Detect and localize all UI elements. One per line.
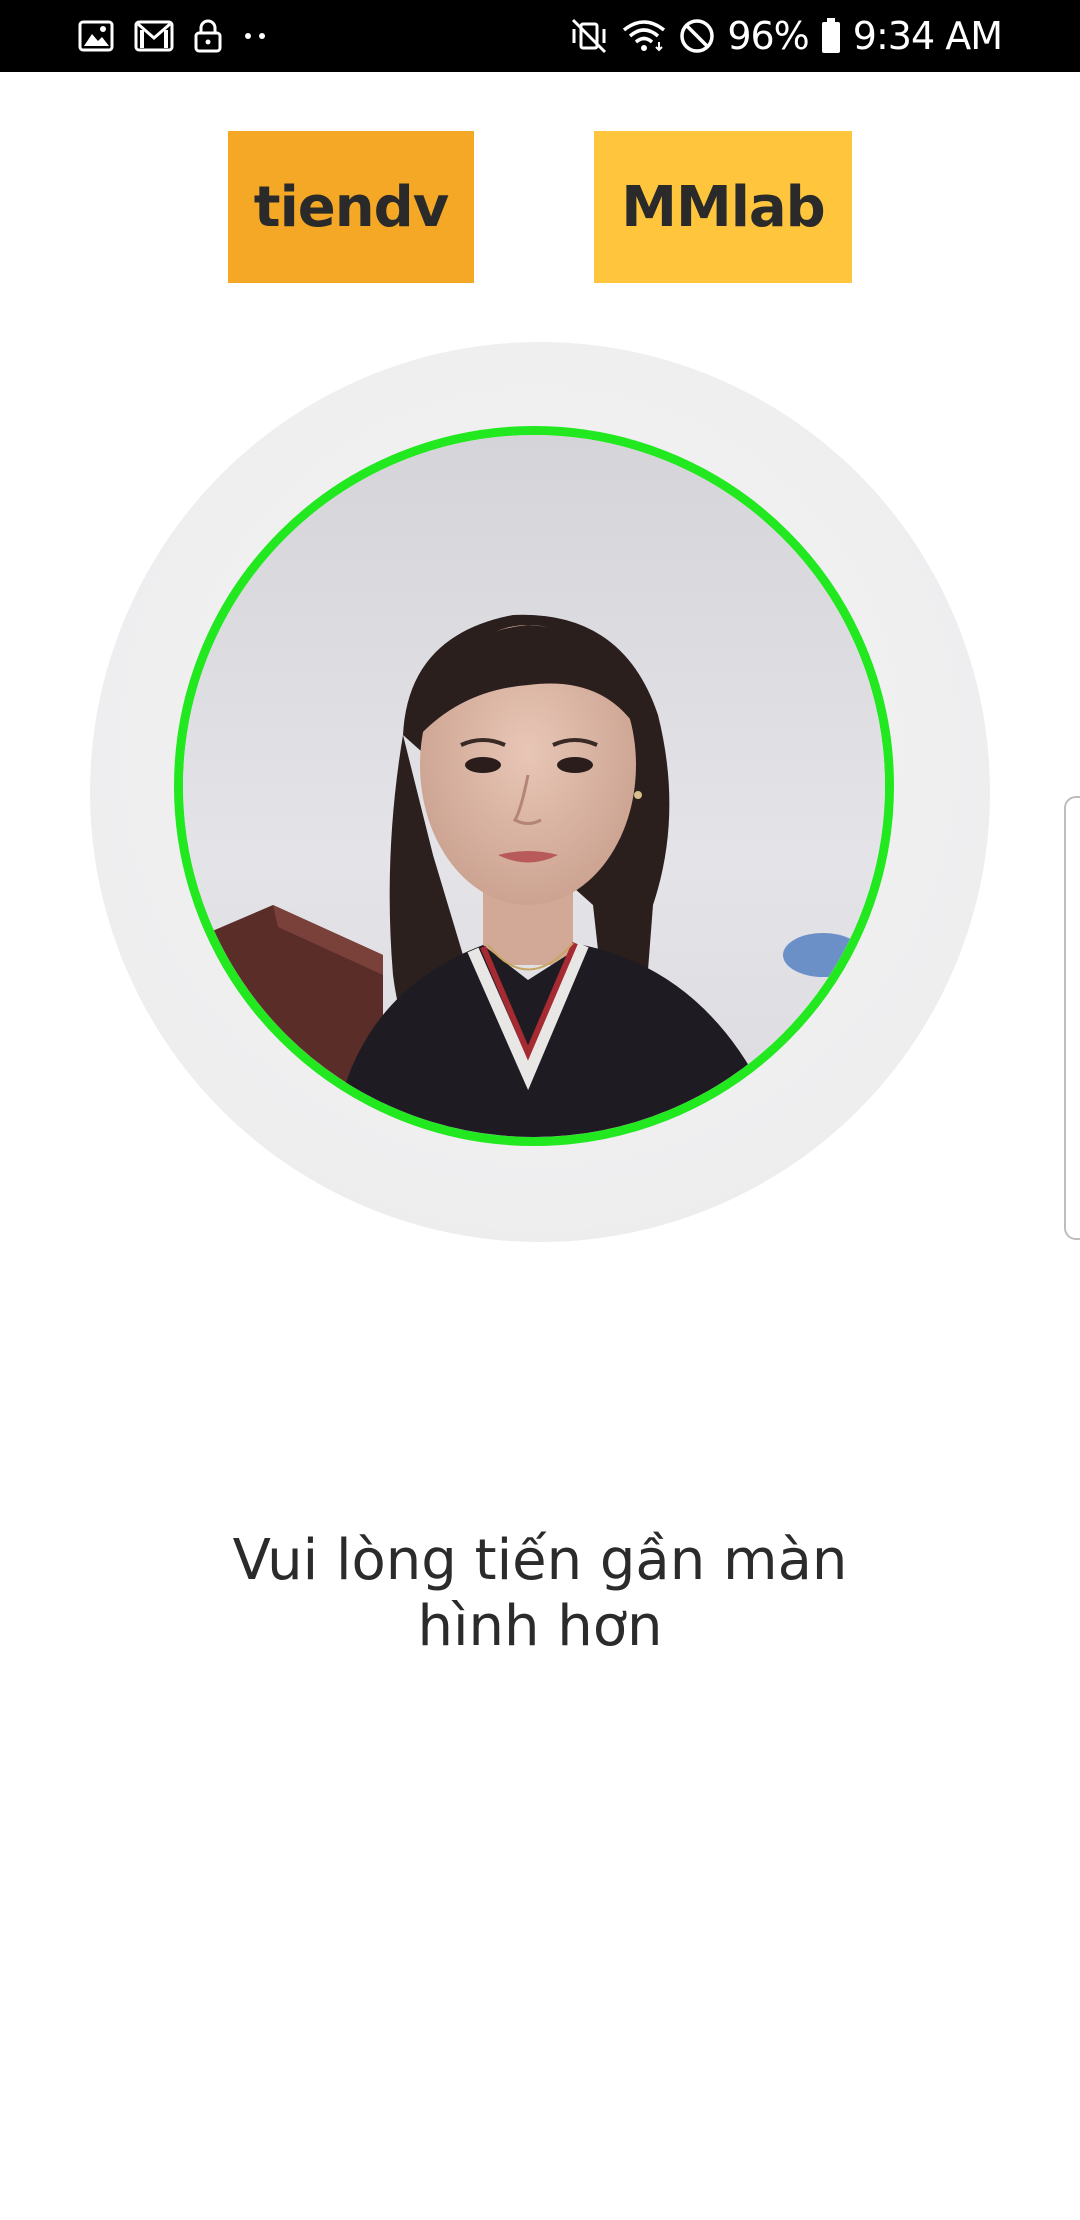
- do-not-disturb-icon: [679, 18, 715, 54]
- instruction-text: Vui lòng tiến gần màn hình hơn: [140, 1528, 940, 1660]
- battery-icon: [821, 18, 841, 54]
- status-right-icons: 96% 9:34 AM: [569, 0, 1003, 72]
- tiendv-button[interactable]: tiendv: [228, 131, 474, 283]
- status-left-icons: [78, 0, 272, 72]
- instruction-line-1: Vui lòng tiến gần màn: [232, 1528, 848, 1593]
- lock-icon: [194, 19, 222, 53]
- gallery-icon: [78, 20, 114, 52]
- wifi-icon: [621, 18, 667, 54]
- mmlab-button[interactable]: MMlab: [594, 131, 852, 283]
- face-camera-image: [183, 435, 885, 1137]
- more-dots-icon: [242, 31, 272, 41]
- vibrate-off-icon: [569, 18, 609, 54]
- camera-preview: [174, 426, 894, 1146]
- instruction-line-2: hình hơn: [417, 1594, 663, 1659]
- gmail-icon: [134, 20, 174, 52]
- clock: 9:34 AM: [852, 14, 1003, 58]
- battery-percentage: 96%: [727, 14, 809, 58]
- status-bar: 96% 9:34 AM: [0, 0, 1080, 72]
- edge-panel-handle[interactable]: [1064, 796, 1080, 1240]
